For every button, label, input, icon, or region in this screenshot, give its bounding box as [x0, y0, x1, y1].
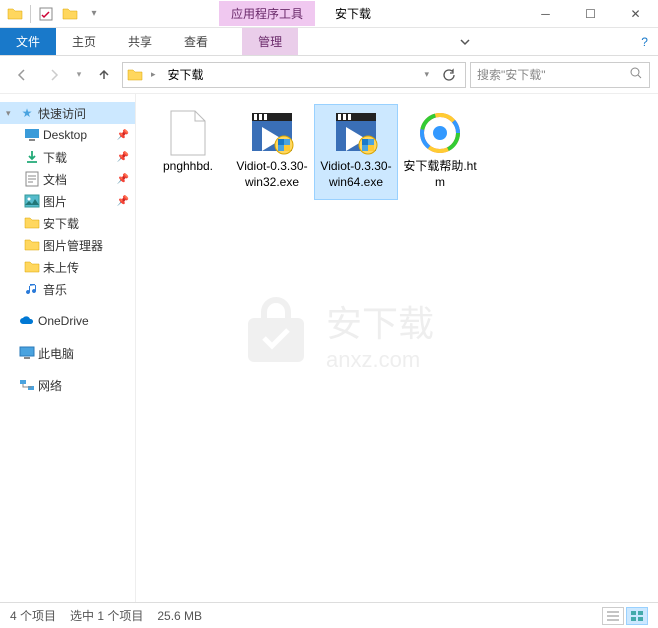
- file-icon: [164, 109, 212, 157]
- music-icon: [24, 281, 40, 297]
- minimize-button[interactable]: ─: [523, 0, 568, 28]
- recent-button[interactable]: ▾: [72, 61, 86, 89]
- search-placeholder: 搜索"安下载": [477, 66, 629, 83]
- sidebar-item-label: 下载: [43, 149, 67, 166]
- address-path[interactable]: ▸ 安下载 ▾: [122, 62, 466, 88]
- this-pc-label: 此电脑: [38, 345, 74, 362]
- selection-count: 选中 1 个项目: [70, 607, 143, 624]
- quick-access-label: 快速访问: [38, 105, 86, 122]
- breadcrumb-current[interactable]: 安下载: [164, 66, 208, 83]
- new-folder-button[interactable]: [59, 3, 81, 25]
- sidebar-item-label: 文档: [43, 171, 67, 188]
- status-bar: 4 个项目 选中 1 个项目 25.6 MB: [0, 602, 658, 628]
- sidebar-item-label: 未上传: [43, 259, 79, 276]
- network[interactable]: 网络: [0, 374, 135, 396]
- ribbon-tabs: 文件 主页 共享 查看 管理 ?: [0, 28, 658, 56]
- qat-customize-button[interactable]: ▾: [83, 3, 105, 25]
- sidebar-item[interactable]: 图片管理器: [0, 234, 135, 256]
- back-button[interactable]: [8, 61, 36, 89]
- sidebar-item[interactable]: 下载 📌: [0, 146, 135, 168]
- file-icon: [416, 109, 464, 157]
- sidebar-item-label: 图片管理器: [43, 237, 103, 254]
- pin-icon: 📌: [117, 152, 129, 163]
- details-view-button[interactable]: [602, 607, 624, 625]
- sidebar-item-label: 安下载: [43, 215, 79, 232]
- file-item[interactable]: Vidiot-0.3.30-win32.exe: [230, 104, 314, 200]
- navigation-pane: ▾ ★ 快速访问 Desktop📌下载📌文档📌图片📌安下载图片管理器未上传音乐 …: [0, 94, 136, 602]
- maximize-button[interactable]: ☐: [568, 0, 613, 28]
- quick-access[interactable]: ▾ ★ 快速访问: [0, 102, 135, 124]
- refresh-button[interactable]: [437, 68, 461, 82]
- folder-icon: [24, 259, 40, 275]
- tab-manage[interactable]: 管理: [242, 28, 298, 55]
- watermark: 安下载 anxz.com: [236, 294, 434, 374]
- desktop-icon: [24, 127, 40, 143]
- help-button[interactable]: ?: [631, 28, 658, 55]
- address-dropdown-button[interactable]: ▾: [420, 69, 433, 80]
- file-label: pnghhbd.: [163, 159, 213, 175]
- tab-file[interactable]: 文件: [0, 28, 56, 55]
- folder-icon[interactable]: [4, 3, 26, 25]
- pin-icon: 📌: [117, 196, 129, 207]
- pc-icon: [19, 345, 35, 361]
- network-icon: [19, 377, 35, 393]
- file-label: 安下载帮助.htm: [401, 159, 479, 190]
- network-label: 网络: [38, 377, 62, 394]
- chevron-down-icon[interactable]: ▾: [6, 108, 16, 119]
- sidebar-item-label: Desktop: [43, 128, 87, 142]
- pin-icon: 📌: [117, 130, 129, 141]
- pic-icon: [24, 193, 40, 209]
- sidebar-item[interactable]: 图片 📌: [0, 190, 135, 212]
- forward-button[interactable]: [40, 61, 68, 89]
- sidebar-item[interactable]: Desktop 📌: [0, 124, 135, 146]
- folder-icon: [24, 215, 40, 231]
- sidebar-item[interactable]: 音乐: [0, 278, 135, 300]
- selection-size: 25.6 MB: [157, 609, 202, 623]
- sidebar-item[interactable]: 文档 📌: [0, 168, 135, 190]
- file-label: Vidiot-0.3.30-win32.exe: [233, 159, 311, 190]
- folder-icon: [127, 67, 143, 83]
- properties-button[interactable]: [35, 3, 57, 25]
- tab-share[interactable]: 共享: [112, 28, 168, 55]
- tab-view[interactable]: 查看: [168, 28, 224, 55]
- sidebar-item[interactable]: 安下载: [0, 212, 135, 234]
- search-input[interactable]: 搜索"安下载": [470, 62, 650, 88]
- pin-icon: 📌: [117, 174, 129, 185]
- quick-access-toolbar: ▾: [0, 3, 109, 25]
- title-bar: ▾ 应用程序工具 安下载 ─ ☐ ✕: [0, 0, 658, 28]
- address-bar: ▾ ▸ 安下载 ▾ 搜索"安下载": [0, 56, 658, 94]
- ribbon-expand-button[interactable]: [449, 28, 481, 55]
- breadcrumb-separator[interactable]: ▸: [147, 69, 160, 80]
- up-button[interactable]: [90, 61, 118, 89]
- sidebar-item-label: 图片: [43, 193, 67, 210]
- file-icon: [248, 109, 296, 157]
- file-icon: [332, 109, 380, 157]
- contextual-tab-label: 应用程序工具: [219, 1, 315, 26]
- folder-icon: [24, 237, 40, 253]
- item-count: 4 个项目: [10, 607, 56, 624]
- star-icon: ★: [19, 105, 35, 121]
- onedrive[interactable]: OneDrive: [0, 310, 135, 332]
- window-title: 安下载: [335, 5, 523, 22]
- doc-icon: [24, 171, 40, 187]
- file-item[interactable]: pnghhbd.: [146, 104, 230, 200]
- close-button[interactable]: ✕: [613, 0, 658, 28]
- icons-view-button[interactable]: [626, 607, 648, 625]
- file-item[interactable]: Vidiot-0.3.30-win64.exe: [314, 104, 398, 200]
- file-label: Vidiot-0.3.30-win64.exe: [317, 159, 395, 190]
- this-pc[interactable]: 此电脑: [0, 342, 135, 364]
- file-item[interactable]: 安下载帮助.htm: [398, 104, 482, 200]
- search-icon: [629, 66, 643, 83]
- tab-home[interactable]: 主页: [56, 28, 112, 55]
- cloud-icon: [19, 313, 35, 329]
- sidebar-item-label: 音乐: [43, 281, 67, 298]
- file-list[interactable]: 安下载 anxz.com pnghhbd. Vidiot-0.3.30-win32…: [136, 94, 658, 602]
- onedrive-label: OneDrive: [38, 314, 89, 328]
- sidebar-item[interactable]: 未上传: [0, 256, 135, 278]
- download-icon: [24, 149, 40, 165]
